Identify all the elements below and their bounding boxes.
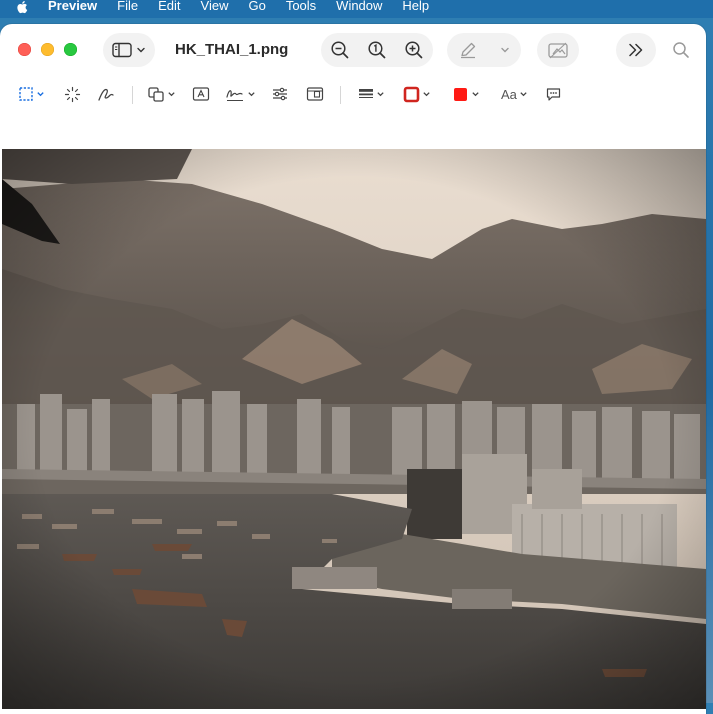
rectangular-selection-tool[interactable] bbox=[18, 82, 45, 106]
title-bar: HK_THAI_1.png bbox=[0, 24, 706, 76]
line-weight-icon bbox=[359, 89, 373, 98]
magic-wand-icon bbox=[64, 86, 81, 102]
annotate-tool[interactable] bbox=[545, 82, 562, 106]
border-color-icon bbox=[403, 86, 420, 102]
chevron-down-icon bbox=[37, 92, 44, 97]
document-title: HK_THAI_1.png bbox=[175, 41, 289, 58]
chevron-down-icon bbox=[472, 92, 479, 97]
menu-help[interactable]: Help bbox=[402, 0, 429, 12]
toolbar-separator bbox=[340, 86, 341, 104]
apple-icon[interactable] bbox=[16, 0, 30, 14]
sign-tool[interactable] bbox=[225, 82, 256, 106]
markup-toolbar: Aa bbox=[0, 82, 706, 110]
pen-icon bbox=[461, 42, 476, 59]
chevron-down-icon bbox=[248, 92, 255, 97]
markup-button[interactable] bbox=[447, 33, 521, 67]
zoom-out-icon[interactable] bbox=[330, 40, 350, 60]
text-tool[interactable] bbox=[192, 82, 210, 106]
chevron-down-icon bbox=[377, 92, 384, 97]
harbor-photo bbox=[2, 149, 706, 709]
document-image[interactable] bbox=[2, 149, 706, 709]
zoom-window-button[interactable] bbox=[64, 43, 77, 56]
fill-color-icon bbox=[454, 87, 467, 101]
adjust-color-tool[interactable] bbox=[271, 82, 289, 106]
close-button[interactable] bbox=[18, 43, 31, 56]
rotate-icon bbox=[548, 42, 568, 59]
minimize-button[interactable] bbox=[41, 43, 54, 56]
zoom-in-icon[interactable] bbox=[404, 40, 424, 60]
menu-bar: Preview File Edit View Go Tools Window H… bbox=[0, 0, 713, 18]
chevron-down-icon bbox=[168, 92, 175, 97]
sketch-tool[interactable] bbox=[97, 82, 115, 106]
signature-icon bbox=[226, 89, 243, 101]
menu-tools[interactable]: Tools bbox=[286, 0, 316, 12]
resize-icon bbox=[306, 87, 324, 101]
chevron-down-icon bbox=[423, 92, 430, 97]
chevron-down-icon bbox=[137, 47, 145, 53]
sliders-icon bbox=[273, 87, 287, 101]
shape-style-tool[interactable] bbox=[358, 82, 385, 106]
shapes-icon bbox=[148, 86, 164, 102]
chevron-down-icon bbox=[501, 47, 509, 53]
chevron-down-icon bbox=[520, 92, 527, 97]
zoom-controls bbox=[321, 33, 433, 67]
speech-bubble-icon bbox=[546, 87, 561, 101]
sidebar-icon bbox=[112, 42, 132, 58]
menu-view[interactable]: View bbox=[201, 0, 229, 12]
text-style-label: Aa bbox=[501, 86, 517, 102]
instant-alpha-tool[interactable] bbox=[64, 82, 81, 106]
preview-window: HK_THAI_1.png Aa bbox=[0, 24, 706, 714]
sketch-icon bbox=[98, 88, 114, 101]
selection-icon bbox=[19, 87, 33, 101]
search-button[interactable] bbox=[664, 33, 698, 67]
adjust-size-tool[interactable] bbox=[306, 82, 324, 106]
text-box-icon bbox=[192, 87, 210, 101]
fill-color-tool[interactable] bbox=[452, 82, 480, 106]
chevron-double-right-icon bbox=[629, 43, 643, 57]
menu-window[interactable]: Window bbox=[336, 0, 382, 12]
search-icon bbox=[673, 42, 689, 58]
menu-go[interactable]: Go bbox=[248, 0, 265, 12]
toolbar-separator bbox=[132, 86, 133, 104]
rotate-button[interactable] bbox=[537, 33, 579, 67]
border-color-tool[interactable] bbox=[403, 82, 431, 106]
menu-edit[interactable]: Edit bbox=[158, 0, 180, 12]
actual-size-icon[interactable] bbox=[367, 40, 387, 60]
more-tools-button[interactable] bbox=[616, 33, 656, 67]
text-style-tool[interactable]: Aa bbox=[501, 82, 528, 106]
sidebar-toggle-button[interactable] bbox=[103, 33, 155, 67]
menu-app-name[interactable]: Preview bbox=[48, 0, 97, 12]
menu-file[interactable]: File bbox=[117, 0, 138, 12]
shapes-tool[interactable] bbox=[147, 82, 176, 106]
